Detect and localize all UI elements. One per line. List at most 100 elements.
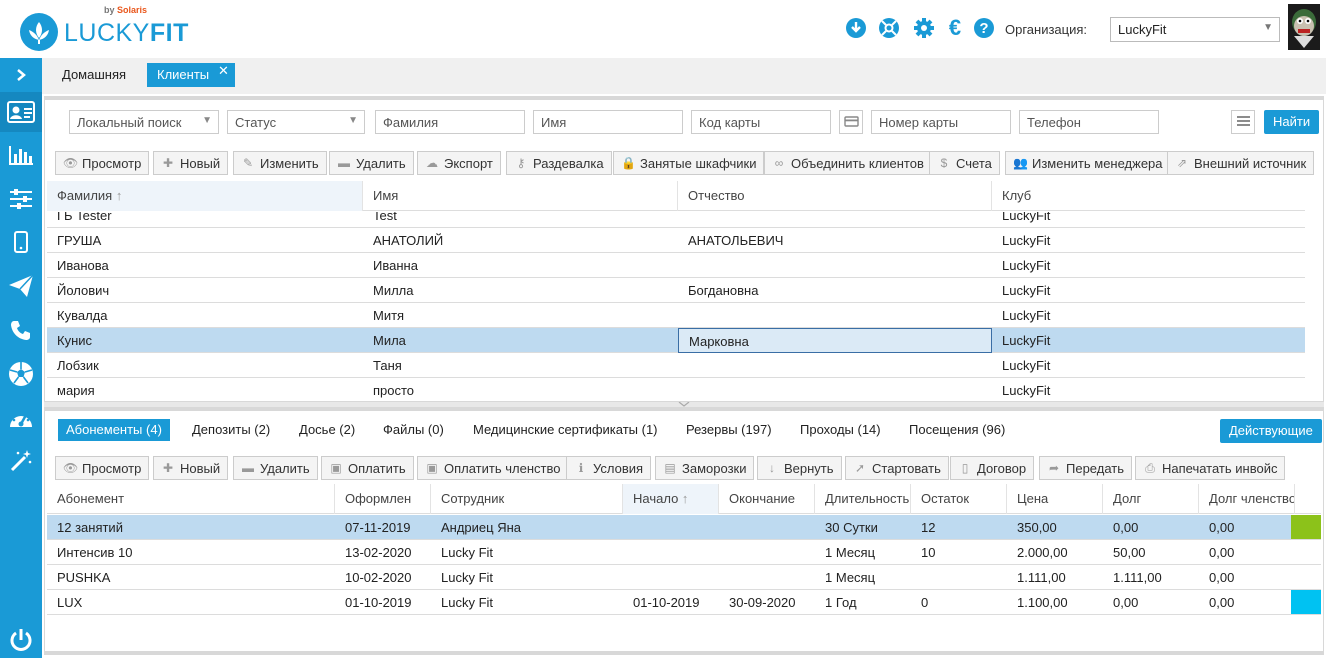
phone-icon[interactable] xyxy=(0,310,42,350)
refund-label: Вернуть xyxy=(784,460,834,476)
transfer-button[interactable]: ➦ Передать xyxy=(1039,456,1133,480)
menu-lines-icon xyxy=(1237,116,1250,126)
col-subscription[interactable]: Абонемент xyxy=(47,484,335,514)
col-issued[interactable]: Оформлен xyxy=(335,484,431,514)
tab-entries[interactable]: Проходы (14) xyxy=(800,419,881,441)
card-reader-button[interactable] xyxy=(839,110,863,134)
conditions-button[interactable]: ℹ Условия xyxy=(566,456,652,480)
expand-arrow-icon[interactable] xyxy=(0,58,42,92)
tab-home[interactable]: Домашняя xyxy=(62,67,126,82)
mobile-icon[interactable] xyxy=(0,222,42,262)
col-membership-debt[interactable]: Долг членство xyxy=(1199,484,1295,514)
table-row[interactable]: Иванова Иванна LuckyFit xyxy=(47,253,1305,278)
organization-select[interactable]: LuckyFit ▼ xyxy=(1110,17,1280,42)
search-scope-select[interactable]: Локальный поиск ▼ xyxy=(69,110,219,134)
menu-lines-button[interactable] xyxy=(1231,110,1255,134)
cell-patronymic-focused[interactable]: Марковна xyxy=(678,328,992,353)
table-row[interactable]: Йолович Милла Богдановна LuckyFit xyxy=(47,278,1305,303)
col-start-label: Начало xyxy=(633,491,679,506)
tab-deposits[interactable]: Депозиты (2) xyxy=(192,419,270,441)
tab-visits[interactable]: Посещения (96) xyxy=(909,419,1005,441)
tab-subscriptions[interactable]: Абонементы (4) xyxy=(58,419,170,441)
magic-wand-icon[interactable] xyxy=(0,441,42,481)
view-subscription-button[interactable]: 👁 Просмотр xyxy=(55,456,150,480)
reports-chart-icon[interactable] xyxy=(0,135,42,175)
col-lastname[interactable]: Фамилия ↑ xyxy=(47,181,363,211)
sliders-icon[interactable] xyxy=(0,179,42,219)
delete-subscription-button[interactable]: ▬ Удалить xyxy=(233,456,318,480)
phone-input[interactable]: Телефон xyxy=(1019,110,1159,134)
edit-button[interactable]: ✎ Изменить xyxy=(233,151,327,175)
active-filter-button[interactable]: Действующие xyxy=(1220,419,1322,443)
freezes-button[interactable]: ▤ Заморозки xyxy=(655,456,755,480)
link-icon: ∞ xyxy=(774,156,784,170)
col-club[interactable]: Клуб xyxy=(992,181,1305,211)
pay-button[interactable]: ▣ Оплатить xyxy=(321,456,414,480)
table-row[interactable]: Лобзик Таня LuckyFit xyxy=(47,353,1305,378)
settings-gear-icon[interactable] xyxy=(913,17,935,39)
card-number-input[interactable]: Номер карты xyxy=(871,110,1011,134)
cell-lastname: Кувалда xyxy=(57,308,108,323)
download-icon[interactable] xyxy=(845,17,867,39)
table-row[interactable]: мария просто LuckyFit xyxy=(47,378,1305,400)
lastname-input[interactable]: Фамилия xyxy=(375,110,525,134)
table-row-selected[interactable]: Кунис Мила Марковна LuckyFit xyxy=(47,328,1305,353)
card-code-input[interactable]: Код карты xyxy=(691,110,831,134)
user-avatar[interactable] xyxy=(1288,4,1320,50)
luckyfit-logo[interactable]: LUCKYFIT by Solaris xyxy=(20,5,220,54)
col-patronymic[interactable]: Отчество xyxy=(678,181,992,211)
tab-dossier[interactable]: Досье (2) xyxy=(299,419,355,441)
view-button[interactable]: 👁 Просмотр xyxy=(55,151,150,175)
col-employee[interactable]: Сотрудник xyxy=(431,484,623,514)
dashboard-gauge-icon[interactable] xyxy=(0,398,42,438)
locker-room-button[interactable]: ⚷ Раздевалка xyxy=(506,151,612,175)
euro-icon[interactable]: € xyxy=(944,15,966,40)
support-lifebuoy-icon[interactable] xyxy=(878,17,900,39)
contract-button[interactable]: ▯ Договор xyxy=(950,456,1035,480)
tab-files[interactable]: Файлы (0) xyxy=(383,419,444,441)
change-manager-button[interactable]: 👥 Изменить менеджера xyxy=(1005,151,1171,175)
tab-reservations[interactable]: Резервы (197) xyxy=(686,419,772,441)
print-invoice-button[interactable]: ⎙ Напечатать инвойс xyxy=(1135,456,1286,480)
clients-card-icon[interactable] xyxy=(0,92,42,132)
merge-clients-button[interactable]: ∞ Объединить клиентов xyxy=(764,151,932,175)
new-subscription-button[interactable]: ✚ Новый xyxy=(153,456,229,480)
occupied-lockers-button[interactable]: 🔒 Занятые шкафчики xyxy=(613,151,765,175)
tab-medical-certificates[interactable]: Медицинские сертификаты (1) xyxy=(473,419,658,441)
status-select[interactable]: Статус ▼ xyxy=(227,110,365,134)
refund-button[interactable]: ↓ Вернуть xyxy=(757,456,842,480)
football-icon[interactable] xyxy=(0,354,42,394)
col-firstname[interactable]: Имя xyxy=(363,181,678,211)
table-row[interactable]: Кувалда Митя LuckyFit xyxy=(47,303,1305,328)
help-question-icon[interactable]: ? xyxy=(973,17,995,39)
col-start[interactable]: Начало ↑ xyxy=(623,484,719,514)
col-end[interactable]: Окончание xyxy=(719,484,815,514)
invoices-button[interactable]: $ Счета xyxy=(929,151,1000,175)
logo-wordmark: LUCKYFIT xyxy=(64,19,189,47)
table-row[interactable]: ГРУША АНАТОЛИЙ АНАТОЛЬЕВИЧ LuckyFit xyxy=(47,228,1305,253)
col-remaining[interactable]: Остаток xyxy=(911,484,1007,514)
table-row[interactable]: PUSHKA 10-02-2020 Lucky Fit 1 Месяц 1.11… xyxy=(47,565,1321,590)
cell-patronymic: Богдановна xyxy=(688,283,759,298)
firstname-input[interactable]: Имя xyxy=(533,110,683,134)
col-price[interactable]: Цена xyxy=(1007,484,1103,514)
table-row[interactable]: ГБ Tester Test LuckyFit xyxy=(47,212,1305,228)
power-icon[interactable] xyxy=(0,620,42,658)
cell-firstname: просто xyxy=(373,383,415,398)
start-button[interactable]: ➚ Стартовать xyxy=(845,456,949,480)
external-source-button[interactable]: ⇗ Внешний источник xyxy=(1167,151,1315,175)
find-button[interactable]: Найти xyxy=(1264,110,1320,134)
close-tab-icon[interactable]: ✕ xyxy=(218,63,229,79)
table-row[interactable]: Интенсив 10 13-02-2020 Lucky Fit 1 Месяц… xyxy=(47,540,1321,565)
new-button[interactable]: ✚ Новый xyxy=(153,151,229,175)
export-button[interactable]: ☁ Экспорт xyxy=(417,151,501,175)
send-plane-icon[interactable] xyxy=(0,266,42,306)
table-row[interactable]: LUX 01-10-2019 Lucky Fit 01-10-2019 30-0… xyxy=(47,590,1321,615)
cell-club: LuckyFit xyxy=(1002,233,1051,248)
delete-label: Удалить xyxy=(356,155,406,171)
table-row-selected[interactable]: 12 занятий 07-11-2019 Андриец Яна 30 Сут… xyxy=(47,515,1321,540)
col-debt[interactable]: Долг xyxy=(1103,484,1199,514)
pay-membership-button[interactable]: ▣ Оплатить членство xyxy=(417,456,569,480)
col-duration[interactable]: Длительность xyxy=(815,484,911,514)
delete-button[interactable]: ▬ Удалить xyxy=(329,151,414,175)
